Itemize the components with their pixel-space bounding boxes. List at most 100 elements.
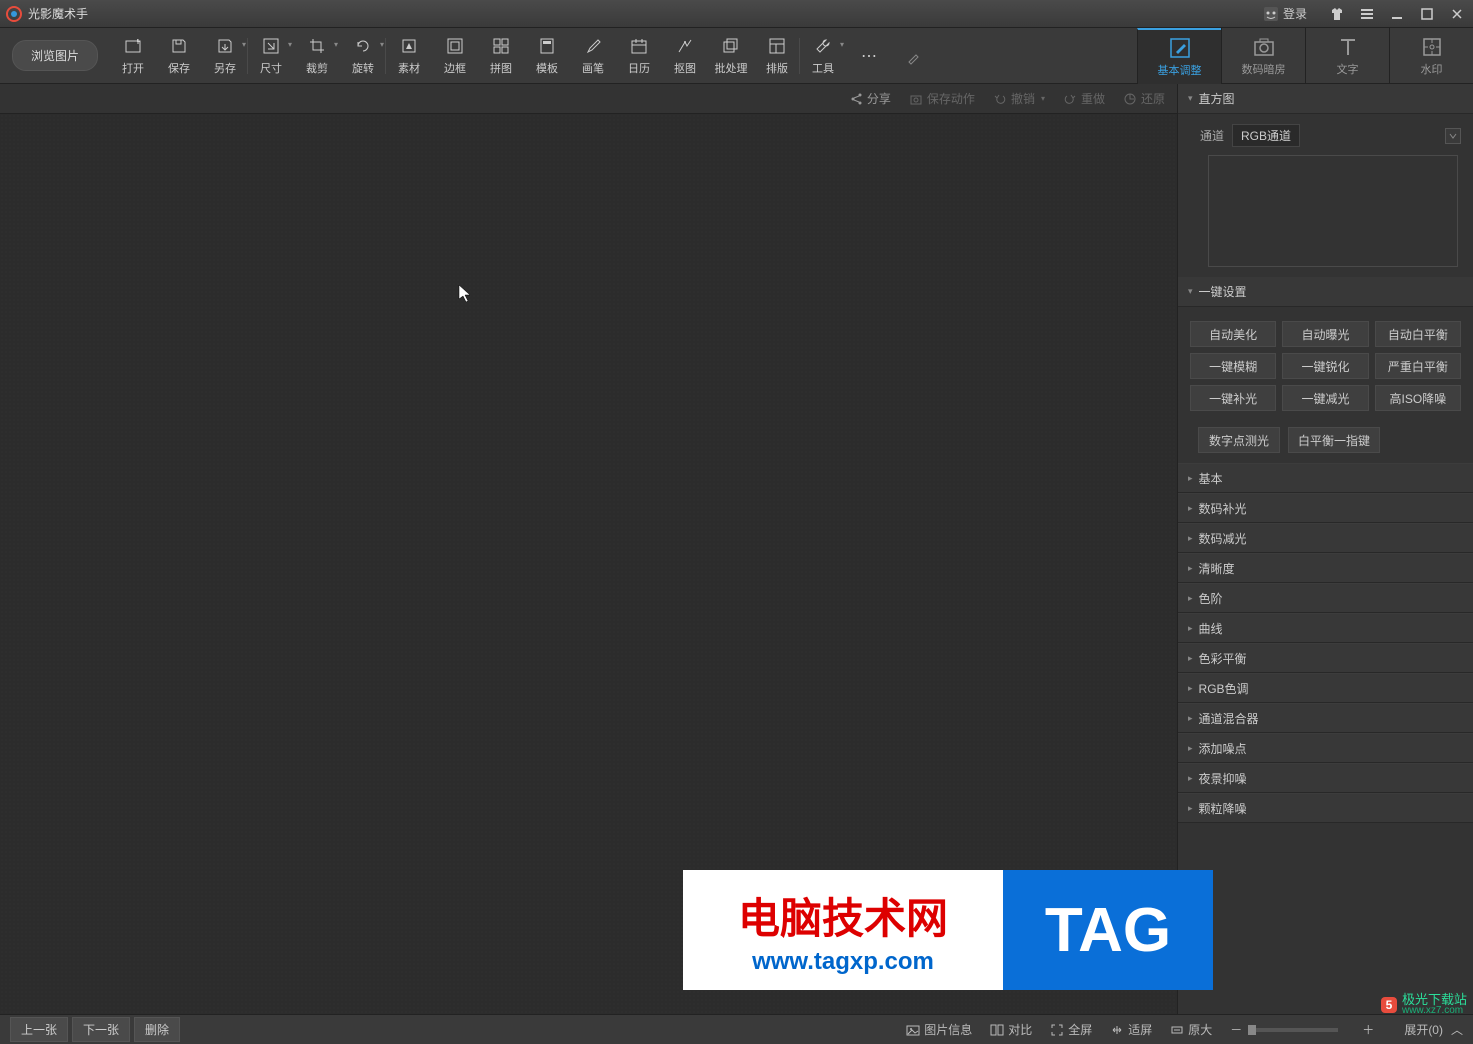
- section-digital-fill[interactable]: ▸数码补光: [1178, 493, 1473, 523]
- cutout-icon: [675, 36, 695, 56]
- share-icon: [849, 92, 863, 106]
- minimize-icon[interactable]: [1387, 4, 1407, 24]
- tool-more[interactable]: ⋯: [846, 30, 892, 82]
- save-action-button[interactable]: 保存动作: [909, 90, 975, 107]
- section-night-denoise[interactable]: ▸夜景抑噪: [1178, 763, 1473, 793]
- zoom-thumb[interactable]: [1248, 1025, 1256, 1035]
- btn-spot-meter[interactable]: 数字点测光: [1198, 427, 1280, 453]
- section-digital-reduce[interactable]: ▸数码减光: [1178, 523, 1473, 553]
- redo-button[interactable]: 重做: [1063, 90, 1105, 107]
- section-grain-denoise[interactable]: ▸颗粒降噪: [1178, 793, 1473, 823]
- fullscreen-button[interactable]: 全屏: [1050, 1021, 1092, 1038]
- onekey-grid: 自动美化 自动曝光 自动白平衡 一键模糊 一键锐化 严重白平衡 一键补光 一键减…: [1190, 321, 1461, 411]
- close-icon[interactable]: [1447, 4, 1467, 24]
- chevron-down-icon: ▾: [288, 40, 292, 49]
- tool-eyedropper[interactable]: [892, 30, 938, 82]
- titlebar: 光影魔术手 登录: [0, 0, 1473, 28]
- chevron-down-icon: ▾: [840, 40, 844, 49]
- btn-high-iso-denoise[interactable]: 高ISO降噪: [1375, 385, 1461, 411]
- maximize-icon[interactable]: [1417, 4, 1437, 24]
- open-icon: [123, 36, 143, 56]
- btn-auto-exposure[interactable]: 自动曝光: [1282, 321, 1368, 347]
- tool-template[interactable]: 模板: [524, 30, 570, 82]
- triangle-right-icon: ▸: [1188, 803, 1193, 814]
- section-basic[interactable]: ▸基本: [1178, 463, 1473, 493]
- tab-watermark[interactable]: 水印: [1389, 28, 1473, 84]
- tool-calendar[interactable]: 日历: [616, 30, 662, 82]
- tool-saveas[interactable]: 另存▾: [202, 30, 248, 82]
- share-button[interactable]: 分享: [849, 90, 891, 107]
- tool-border[interactable]: 边框: [432, 30, 478, 82]
- btn-onekey-sharpen[interactable]: 一键锐化: [1282, 353, 1368, 379]
- section-curves[interactable]: ▸曲线: [1178, 613, 1473, 643]
- triangle-right-icon: ▸: [1188, 563, 1193, 574]
- action-bar: 分享 保存动作 撤销▾ 重做 还原: [0, 84, 1177, 114]
- section-color-balance[interactable]: ▸色彩平衡: [1178, 643, 1473, 673]
- compare-button[interactable]: 对比: [990, 1021, 1032, 1038]
- expand-button[interactable]: 展开(0)︿: [1404, 1021, 1463, 1038]
- section-levels[interactable]: ▸色阶: [1178, 583, 1473, 613]
- original-size-button[interactable]: 原大: [1170, 1021, 1212, 1038]
- brush-icon: [583, 36, 603, 56]
- section-add-noise[interactable]: ▸添加噪点: [1178, 733, 1473, 763]
- restore-button[interactable]: 还原: [1123, 90, 1165, 107]
- main-toolbar: 浏览图片 打开 保存 另存▾ 尺寸▾ 裁剪▾ 旋转▾ 素材 边框 拼图 模板 画…: [0, 28, 1473, 84]
- template-icon: [537, 36, 557, 56]
- zoom-slider[interactable]: [1248, 1028, 1338, 1032]
- info-icon: [906, 1023, 920, 1037]
- delete-button[interactable]: 删除: [134, 1017, 180, 1042]
- tool-batch[interactable]: 批处理: [708, 30, 754, 82]
- triangle-right-icon: ▸: [1188, 503, 1193, 514]
- fitscreen-button[interactable]: 适屏: [1110, 1021, 1152, 1038]
- tab-basic-adjust[interactable]: 基本调整: [1137, 28, 1221, 84]
- chevron-down-icon: ▾: [242, 40, 246, 49]
- tool-collage[interactable]: 拼图: [478, 30, 524, 82]
- record-icon: [909, 92, 923, 106]
- collapsed-sections: ▸基本 ▸数码补光 ▸数码减光 ▸清晰度 ▸色阶 ▸曲线 ▸色彩平衡 ▸RGB色…: [1178, 463, 1473, 823]
- border-icon: [445, 36, 465, 56]
- next-button[interactable]: 下一张: [72, 1017, 130, 1042]
- image-info-button[interactable]: 图片信息: [906, 1021, 972, 1038]
- btn-auto-beautify[interactable]: 自动美化: [1190, 321, 1276, 347]
- btn-wb-onekey[interactable]: 白平衡一指键: [1288, 427, 1380, 453]
- section-channel-mixer[interactable]: ▸通道混合器: [1178, 703, 1473, 733]
- camera-icon: [1252, 35, 1276, 59]
- tool-tools[interactable]: 工具▾: [800, 30, 846, 82]
- section-histogram[interactable]: ▾直方图: [1178, 84, 1473, 114]
- login-button[interactable]: 登录: [1263, 5, 1307, 22]
- save-icon: [169, 36, 189, 56]
- wrench-icon: [813, 36, 833, 56]
- prev-button[interactable]: 上一张: [10, 1017, 68, 1042]
- tab-darkroom[interactable]: 数码暗房: [1221, 28, 1305, 84]
- material-icon: [399, 36, 419, 56]
- tool-material[interactable]: 素材: [386, 30, 432, 82]
- menu-icon[interactable]: [1357, 4, 1377, 24]
- undo-button[interactable]: 撤销▾: [993, 90, 1045, 107]
- tool-save[interactable]: 保存: [156, 30, 202, 82]
- chevron-down-icon: ▾: [380, 40, 384, 49]
- tool-layout[interactable]: 排版: [754, 30, 800, 82]
- section-rgb-tone[interactable]: ▸RGB色调: [1178, 673, 1473, 703]
- zoom-out-button[interactable]: －: [1230, 1021, 1242, 1038]
- btn-severe-whitebalance[interactable]: 严重白平衡: [1375, 353, 1461, 379]
- zoom-in-button[interactable]: ＋: [1362, 1021, 1374, 1038]
- tool-cutout[interactable]: 抠图: [662, 30, 708, 82]
- section-onekey[interactable]: ▾一键设置: [1178, 277, 1473, 307]
- layout-icon: [767, 36, 787, 56]
- tool-rotate[interactable]: 旋转▾: [340, 30, 386, 82]
- btn-auto-whitebalance[interactable]: 自动白平衡: [1375, 321, 1461, 347]
- btn-onekey-reducelight[interactable]: 一键减光: [1282, 385, 1368, 411]
- browse-button[interactable]: 浏览图片: [12, 40, 98, 71]
- tool-crop[interactable]: 裁剪▾: [294, 30, 340, 82]
- batch-icon: [721, 36, 741, 56]
- tool-open[interactable]: 打开: [110, 30, 156, 82]
- channel-select[interactable]: RGB通道: [1232, 124, 1300, 147]
- btn-onekey-filllight[interactable]: 一键补光: [1190, 385, 1276, 411]
- section-clarity[interactable]: ▸清晰度: [1178, 553, 1473, 583]
- skin-icon[interactable]: [1327, 4, 1347, 24]
- channel-dropdown-icon[interactable]: [1445, 128, 1461, 144]
- tool-size[interactable]: 尺寸▾: [248, 30, 294, 82]
- tool-brush[interactable]: 画笔: [570, 30, 616, 82]
- btn-onekey-blur[interactable]: 一键模糊: [1190, 353, 1276, 379]
- tab-text[interactable]: 文字: [1305, 28, 1389, 84]
